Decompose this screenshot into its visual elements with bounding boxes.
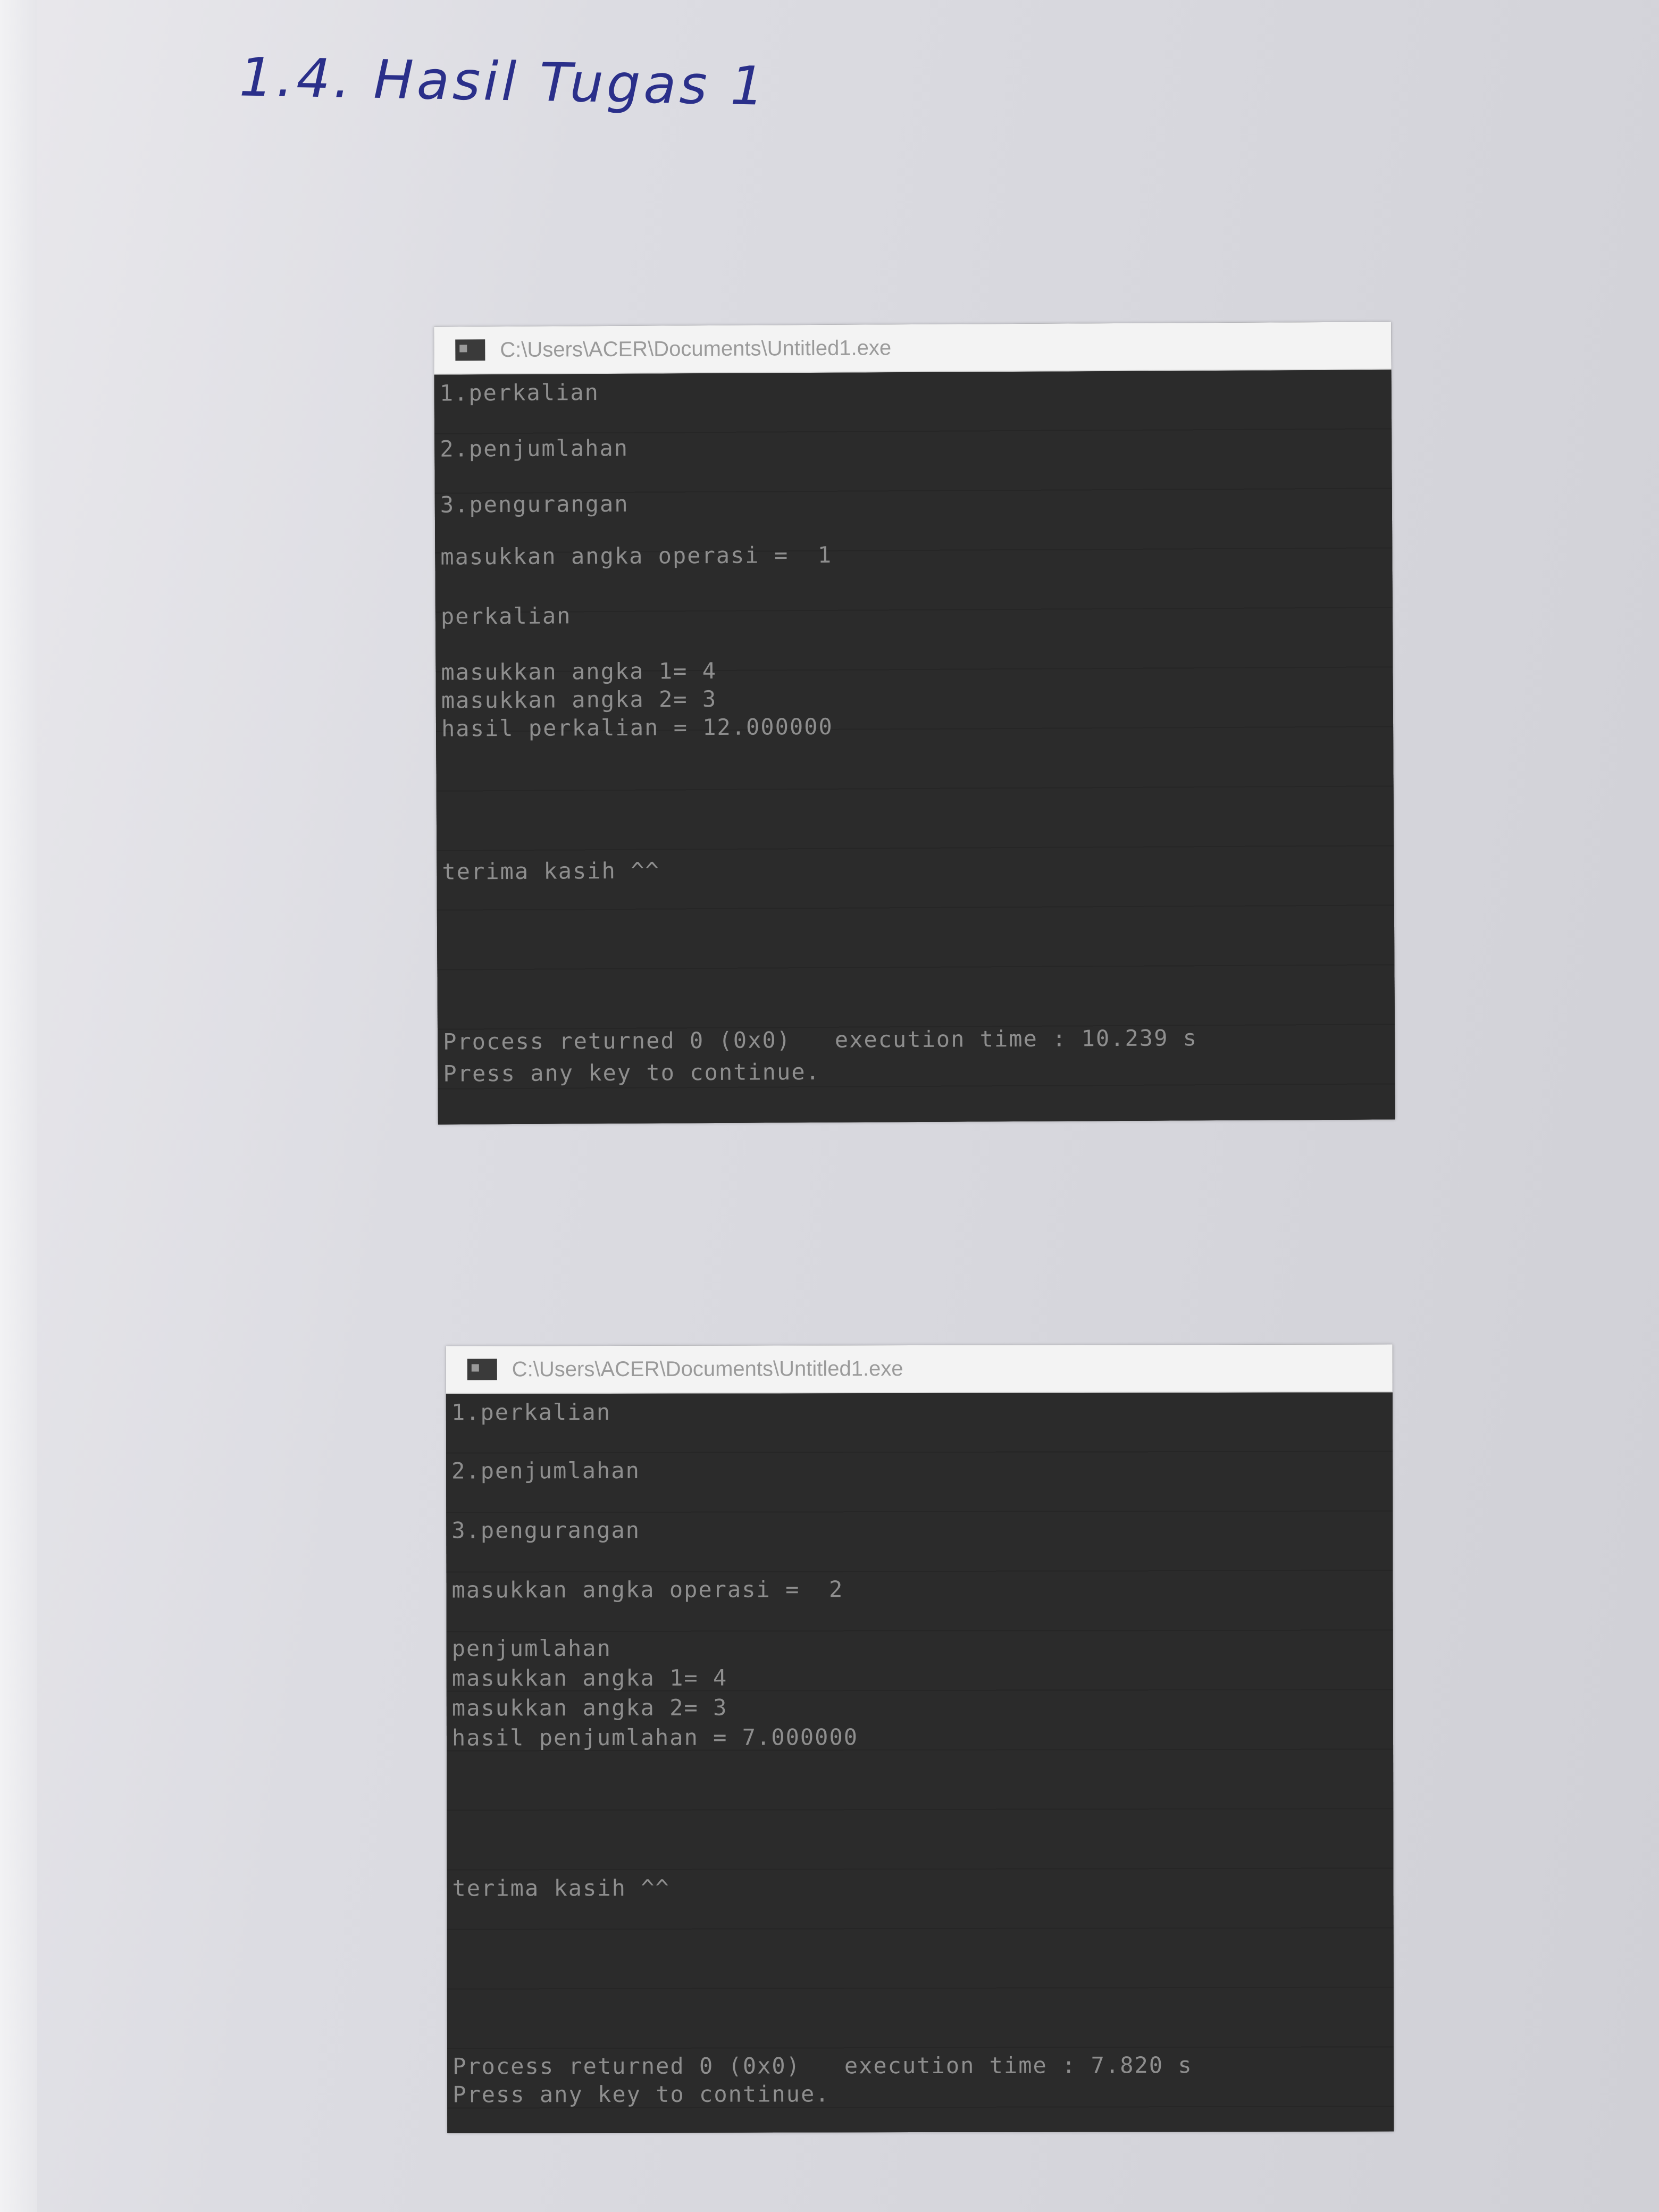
console-line: 2.penjumlahan xyxy=(451,1457,640,1484)
console-line: 1.perkalian xyxy=(439,379,600,406)
console-line: masukkan angka 2= 3 xyxy=(441,685,717,714)
console-line: 1.perkalian xyxy=(451,1399,611,1426)
console-app-icon xyxy=(467,1359,497,1380)
console-titlebar: C:\Users\ACER\Documents\Untitled1.exe xyxy=(434,322,1392,375)
console-output: 1.perkalian 2.penjumlahan 3.pengurangan … xyxy=(434,370,1395,1125)
console-line: Process returned 0 (0x0) execution time … xyxy=(453,2052,1193,2080)
console-line: Process returned 0 (0x0) execution time … xyxy=(442,1025,1198,1055)
paper-edge xyxy=(0,0,37,2212)
console-line: 2.penjumlahan xyxy=(440,434,629,462)
console-output: 1.perkalian 2.penjumlahan 3.pengurangan … xyxy=(446,1392,1394,2133)
console-line: masukkan angka 1= 4 xyxy=(441,657,717,685)
console-title: C:\Users\ACER\Documents\Untitled1.exe xyxy=(500,336,892,362)
console-line: terima kasih ^^ xyxy=(442,857,660,885)
console-line: hasil perkalian = 12.000000 xyxy=(441,713,833,742)
console-line: hasil penjumlahan = 7.000000 xyxy=(451,1724,859,1751)
console-line: perkalian xyxy=(440,602,572,630)
console-window-2: C:\Users\ACER\Documents\Untitled1.exe 1.… xyxy=(446,1344,1394,2133)
console-window-1: C:\Users\ACER\Documents\Untitled1.exe 1.… xyxy=(434,322,1395,1125)
console-title: C:\Users\ACER\Documents\Untitled1.exe xyxy=(512,1356,903,1381)
console-line: masukkan angka 1= 4 xyxy=(451,1664,728,1691)
console-line: masukkan angka operasi = 1 xyxy=(440,541,833,570)
console-line: penjumlahan xyxy=(451,1635,611,1662)
console-line: terima kasih ^^ xyxy=(452,1874,670,1901)
handwritten-heading: 1.4. Hasil Tugas 1 xyxy=(239,46,768,118)
console-line: 3.pengurangan xyxy=(440,490,629,518)
console-titlebar: C:\Users\ACER\Documents\Untitled1.exe xyxy=(446,1344,1393,1394)
console-line: Press any key to continue. xyxy=(453,2081,830,2108)
console-line: 3.pengurangan xyxy=(451,1516,641,1544)
console-line: masukkan angka 2= 3 xyxy=(451,1694,728,1721)
console-line: Press any key to continue. xyxy=(443,1058,821,1087)
console-line: masukkan angka operasi = 2 xyxy=(451,1576,844,1603)
console-app-icon xyxy=(455,339,485,361)
